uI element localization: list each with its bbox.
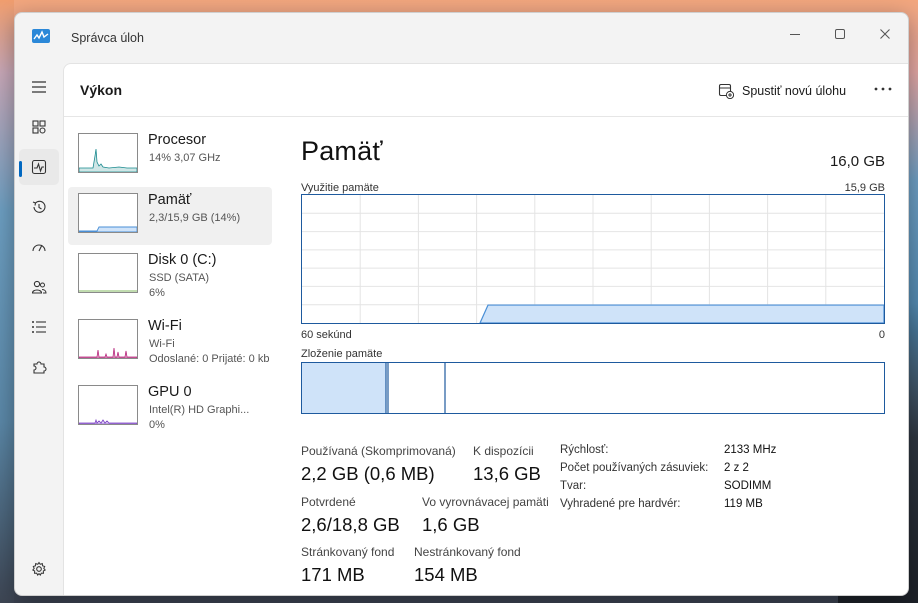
close-icon [880,29,890,39]
nav-services[interactable] [19,349,59,385]
disk-usage-text: 6% [149,287,165,299]
speed-key: Rýchlosť: [560,444,609,456]
cpu-name: Procesor [148,132,207,148]
disk-type-text: SSD (SATA) [149,272,210,284]
hardware-reserved-key: Vyhradené pre hardvér: [560,498,681,510]
settings-gear-icon [32,561,46,576]
page-title: Výkon [80,82,123,98]
memory-composition-bar [301,362,885,414]
services-puzzle-icon [33,361,47,374]
slots-used-key: Počet používaných zásuviek: [560,462,709,474]
nav-startup-apps[interactable] [19,229,59,265]
speed-value: 2133 MHz [724,444,777,456]
performance-pulse-icon [31,159,47,175]
paged-pool-value: 171 MB [301,564,365,585]
cpu-usage-text: 14% 3,07 GHz [149,152,221,164]
disk-thumbnail-graph [78,253,138,293]
time-axis-right-label: 0 [878,329,885,341]
memory-usage-text: 2,3/15,9 GB (14%) [149,212,241,224]
in-use-value: 2,2 GB (0,6 MB) [301,463,435,484]
gpu-name: GPU 0 [148,384,192,400]
memory-thumbnail-graph [78,193,138,233]
memory-title: Pamäť [301,136,383,166]
in-use-label: Používaná (Skomprimovaná) [301,444,456,458]
memory-name: Pamäť [148,192,192,208]
hamburger-icon [32,81,46,93]
processes-grid-icon [32,120,46,134]
task-manager-app-icon [32,29,50,43]
nav-settings[interactable] [19,551,59,587]
users-icon [31,280,47,294]
navigation-rail [15,63,63,595]
cpu-thumbnail-graph [78,133,138,173]
hardware-reserved-value: 119 MB [724,498,763,510]
startup-gauge-icon [32,244,46,252]
slots-used-value: 2 z 2 [724,462,749,474]
cached-label: Vo vyrovnávacej pamäti [422,495,549,509]
run-new-task-label: Spustiť novú úlohu [742,84,847,98]
close-button[interactable] [863,19,907,49]
hamburger-menu-button[interactable] [19,69,59,105]
desktop-wallpaper-left [0,0,14,603]
memory-usage-label: Využitie pamäte [301,182,379,194]
wifi-name: Wi-Fi [148,318,182,334]
gpu-model-text: Intel(R) HD Graphi... [149,404,250,416]
form-factor-key: Tvar: [560,480,587,492]
memory-composition-svg [302,363,446,413]
memory-composition-label: Zloženie pamäte [301,348,383,360]
nav-selection-indicator [19,161,22,177]
nav-users[interactable] [19,269,59,305]
wifi-throughput-text: Odoslané: 0 Prijaté: 0 kb [149,353,270,365]
form-factor-value: SODIMM [724,480,772,492]
committed-label: Potvrdené [301,495,356,509]
nav-performance[interactable] [19,149,59,185]
details-list-icon [32,321,46,333]
minimize-button[interactable] [773,19,817,49]
title-bar: Správca úloh [15,13,908,63]
app-title: Správca úloh [71,31,144,45]
memory-usage-graph-svg [302,195,885,324]
nav-details[interactable] [19,309,59,345]
perf-item-wifi[interactable]: Wi-Fi Wi-Fi Odoslané: 0 Prijaté: 0 kb [68,313,272,371]
content-area: Výkon Spustiť novú úlohu Procesor 14% 3,… [63,63,908,595]
nav-processes[interactable] [19,109,59,145]
perf-item-disk[interactable]: Disk 0 (C:) SSD (SATA) 6% [68,247,272,305]
maximize-button[interactable] [818,19,862,49]
memory-total: 16,0 GB [829,153,885,170]
wifi-type-text: Wi-Fi [149,338,175,350]
nonpaged-pool-label: Nestránkovaný fond [414,545,521,559]
available-label: K dispozícii [473,444,534,458]
nonpaged-pool-value: 154 MB [414,564,478,585]
memory-usage-max: 15,9 GB [844,182,885,194]
more-options-button[interactable] [870,78,896,100]
memory-usage-graph [301,194,885,324]
task-manager-window: Správca úloh Výkon Spustiť novú úlohu Pr… [14,12,909,596]
minimize-icon [790,34,800,35]
perf-item-memory[interactable]: Pamäť 2,3/15,9 GB (14%) [68,187,272,245]
nav-app-history[interactable] [19,189,59,225]
run-new-task-icon [718,83,734,99]
available-value: 13,6 GB [473,463,541,484]
memory-usage-area [479,304,885,324]
run-new-task-button[interactable]: Spustiť novú úlohu [714,78,850,104]
more-dots-icon [874,87,892,91]
gpu-usage-text: 0% [149,419,165,431]
cached-value: 1,6 GB [422,514,480,535]
perf-item-gpu[interactable]: GPU 0 Intel(R) HD Graphi... 0% [68,379,272,437]
wifi-thumbnail-graph [78,319,138,359]
header-divider [64,116,908,117]
paged-pool-label: Stránkovaný fond [301,545,395,559]
perf-item-cpu[interactable]: Procesor 14% 3,07 GHz [68,127,272,185]
committed-value: 2,6/18,8 GB [301,514,400,535]
history-clock-icon [32,200,46,213]
gpu-thumbnail-graph [78,385,138,425]
composition-in-use-segment [302,363,386,413]
maximize-icon [835,29,845,39]
disk-name: Disk 0 (C:) [148,252,217,268]
time-axis-left-label: 60 sekúnd [301,329,352,341]
